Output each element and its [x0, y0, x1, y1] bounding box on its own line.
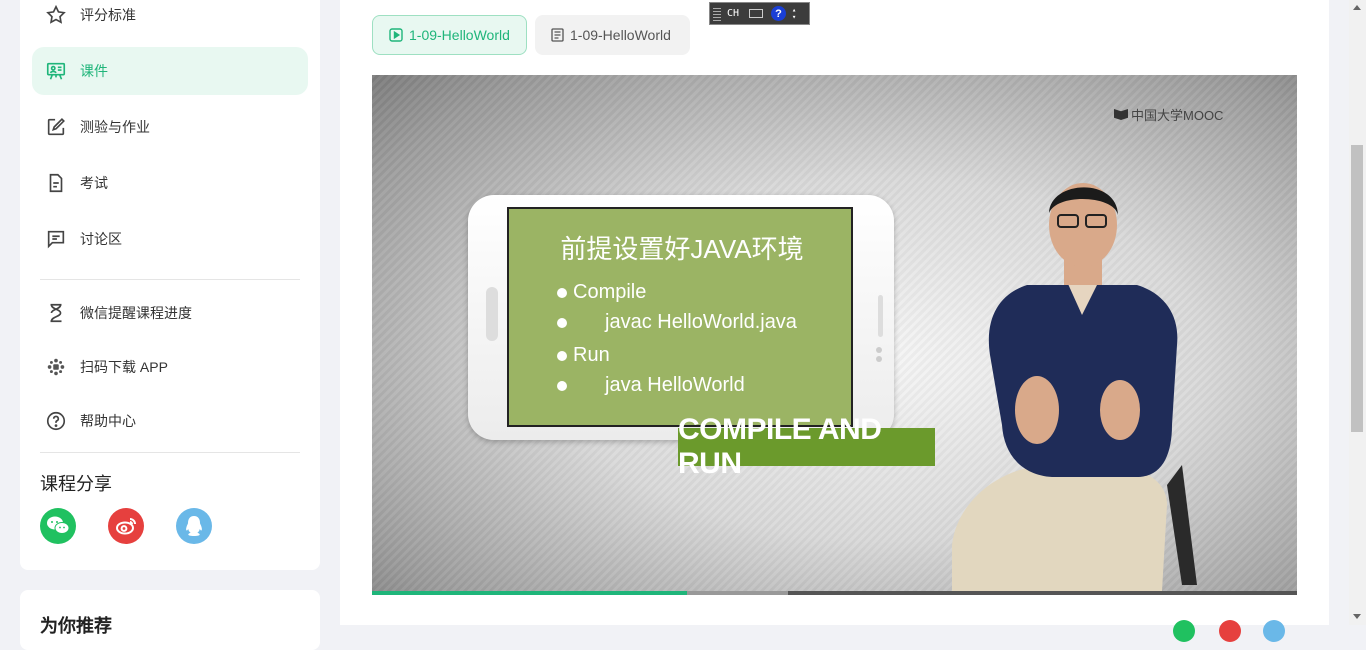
divider	[40, 452, 300, 453]
bullet-text: javac HelloWorld.java	[605, 311, 797, 333]
edit-icon	[44, 115, 68, 139]
sidebar-item-app-download[interactable]: 扫码下载 APP	[32, 343, 308, 391]
sidebar-item-wechat-reminder[interactable]: 微信提醒课程进度	[32, 289, 308, 337]
page-scrollbar[interactable]	[1349, 0, 1366, 625]
qq-icon[interactable]	[1263, 620, 1285, 642]
video-progress-bar[interactable]	[372, 591, 1297, 595]
video-player[interactable]: 中国大学MOOC 前提设置好JAVA环境 Compile javac Hello…	[372, 75, 1297, 591]
presentation-icon	[44, 59, 68, 83]
sidebar-item-label: 考试	[80, 175, 108, 191]
bullet-dot	[557, 351, 567, 361]
ime-language-label[interactable]: CH	[727, 8, 739, 19]
caption-banner: COMPILE AND RUN	[678, 413, 935, 480]
bullet-text: java HelloWorld	[605, 374, 745, 396]
bullet-text: Run	[573, 344, 610, 366]
sidebar-item-label: 评分标准	[80, 7, 136, 23]
scroll-down-arrow[interactable]	[1353, 614, 1361, 619]
presenter-figure	[952, 183, 1197, 591]
tab-label: 1-09-HelloWorld	[570, 27, 671, 43]
help-icon	[44, 409, 68, 433]
slide-title: 前提设置好JAVA环境	[560, 234, 804, 264]
phone-speaker	[878, 295, 883, 337]
phone-dot	[876, 356, 882, 362]
sidebar-item-label: 讨论区	[80, 231, 122, 247]
qq-icon[interactable]	[176, 508, 212, 544]
star-icon	[44, 3, 68, 27]
hourglass-icon	[44, 301, 68, 325]
book-icon	[1114, 109, 1128, 120]
progress-played	[372, 591, 687, 595]
keyboard-icon[interactable]	[749, 9, 764, 18]
sidebar-item-exam[interactable]: 考试	[32, 159, 308, 207]
scroll-thumb[interactable]	[1351, 145, 1363, 432]
document-icon	[551, 28, 564, 42]
recommend-title: 为你推荐	[40, 616, 112, 636]
comment-icon	[44, 227, 68, 251]
scroll-up-arrow[interactable]	[1353, 5, 1361, 10]
wechat-icon[interactable]	[1173, 620, 1195, 642]
weibo-icon[interactable]	[1219, 620, 1241, 642]
sidebar-item-help[interactable]: 帮助中心	[32, 397, 308, 445]
sidebar-item-grading[interactable]: 评分标准	[32, 0, 308, 39]
bullet-dot	[557, 381, 567, 391]
play-icon	[389, 28, 403, 42]
phone-camera	[486, 287, 498, 341]
tab-label: 1-09-HelloWorld	[409, 27, 510, 43]
bullet-dot	[557, 318, 567, 328]
sidebar-card: 评分标准 课件 测验与作业 考试 讨论区 微信提醒课程进度 扫码下载 APP 帮…	[20, 0, 320, 570]
weibo-icon[interactable]	[108, 508, 144, 544]
document-icon	[44, 171, 68, 195]
tab-video[interactable]: 1-09-HelloWorld	[372, 15, 527, 55]
sidebar-item-discussion[interactable]: 讨论区	[32, 215, 308, 263]
sidebar-item-label: 微信提醒课程进度	[80, 305, 192, 321]
recommend-card: 为你推荐	[20, 590, 320, 650]
bullet-text: Compile	[573, 281, 647, 303]
app-download-icon	[44, 355, 68, 379]
options-icon[interactable]: ▴ ▾	[792, 6, 796, 21]
mooc-watermark: 中国大学MOOC	[1114, 105, 1223, 124]
wechat-icon[interactable]	[40, 508, 76, 544]
sidebar-item-label: 课件	[80, 63, 108, 79]
ime-toolbar[interactable]: CH ? ▴ ▾	[709, 2, 810, 25]
bullet-dot	[557, 288, 567, 298]
share-title: 课程分享	[40, 474, 112, 494]
help-icon[interactable]: ?	[771, 6, 787, 21]
slide-screen: 前提设置好JAVA环境 Compile javac HelloWorld.jav…	[507, 207, 853, 427]
sidebar-item-label: 扫码下载 APP	[80, 359, 168, 375]
tab-document[interactable]: 1-09-HelloWorld	[535, 15, 690, 55]
divider	[40, 279, 300, 280]
sidebar-item-label: 测验与作业	[80, 119, 150, 135]
grip-icon	[713, 6, 721, 21]
sidebar-item-label: 帮助中心	[80, 413, 136, 429]
sidebar-item-quiz[interactable]: 测验与作业	[32, 103, 308, 151]
phone-dot	[876, 347, 882, 353]
sidebar-item-courseware[interactable]: 课件	[32, 47, 308, 95]
